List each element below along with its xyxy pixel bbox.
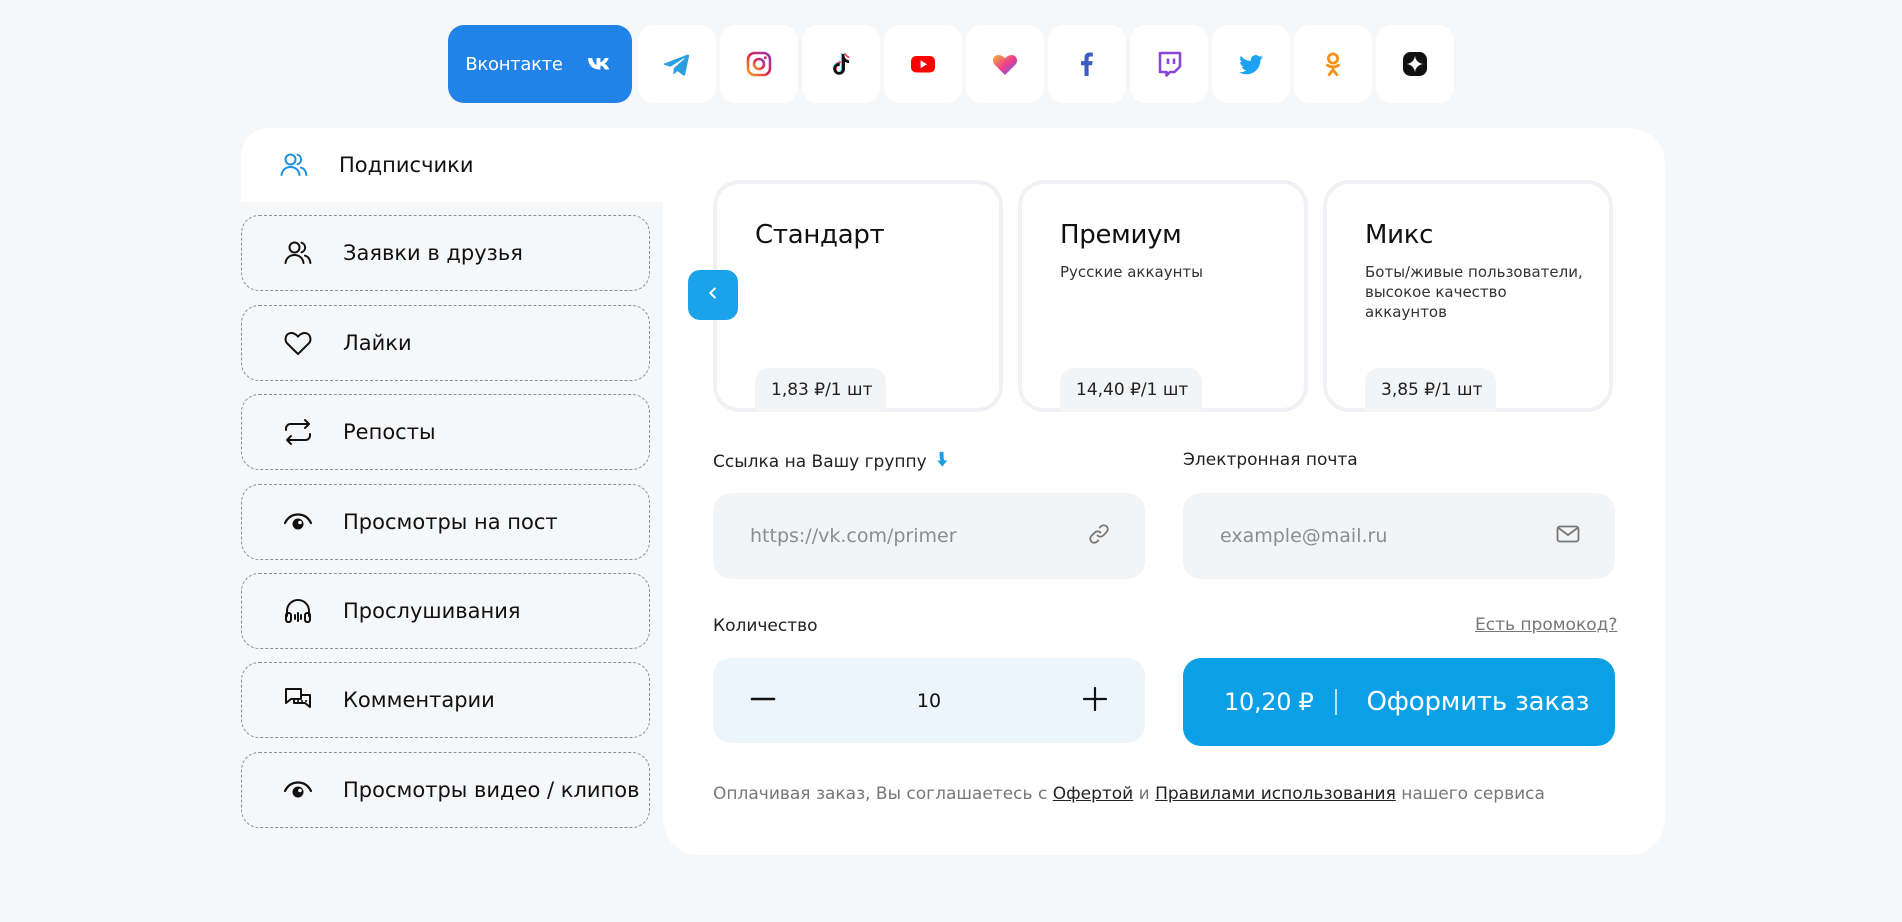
sidebar-item-likes[interactable]: Лайки <box>241 305 650 381</box>
quantity-stepper: 10 <box>713 658 1145 743</box>
plan-price: 14,40 ₽/1 шт <box>1060 368 1203 412</box>
rules-link[interactable]: Правилами использования <box>1155 784 1396 804</box>
email-input[interactable] <box>1220 525 1540 547</box>
likee-icon <box>990 49 1020 79</box>
plan-card-standard[interactable]: Стандарт 1,83 ₽/1 шт <box>713 180 1003 412</box>
platform-tab-twitch[interactable] <box>1130 25 1208 103</box>
platform-tab-vk[interactable]: Вконтакте <box>448 25 632 103</box>
plan-card-premium[interactable]: Премиум Русские аккаунты 14,40 ₽/1 шт <box>1018 180 1308 412</box>
heart-icon <box>281 326 315 360</box>
facebook-icon <box>1072 49 1102 79</box>
link-input[interactable] <box>750 525 1070 547</box>
platform-tabs: Вконтакте <box>448 25 1454 103</box>
sidebar-item-label: Комментарии <box>343 688 495 712</box>
plan-description: Боты/живые пользователи, высокое качеств… <box>1365 263 1583 321</box>
link-icon <box>1087 522 1111 550</box>
instagram-icon <box>744 49 774 79</box>
youtube-icon <box>908 49 938 79</box>
email-input-field <box>1183 493 1615 579</box>
sidebar-item-label: Лайки <box>343 331 412 355</box>
tiktok-icon <box>826 49 856 79</box>
sidebar-item-listens[interactable]: Прослушивания <box>241 573 650 649</box>
offer-link[interactable]: Офертой <box>1053 784 1134 804</box>
platform-tab-youtube[interactable] <box>884 25 962 103</box>
mail-icon <box>1555 522 1581 550</box>
link-label-text: Ссылка на Вашу группу <box>713 452 927 472</box>
platform-tab-tiktok[interactable] <box>802 25 880 103</box>
platform-tab-facebook[interactable] <box>1048 25 1126 103</box>
plan-description: Русские аккаунты <box>1060 263 1203 281</box>
plan-name: Премиум <box>1060 220 1182 250</box>
email-field-label: Электронная почта <box>1183 450 1358 470</box>
terms-prefix: Оплачивая заказ, Вы соглашаетесь с <box>713 784 1048 804</box>
repost-icon <box>281 415 315 449</box>
sidebar-item-label: Просмотры видео / клипов <box>343 778 640 802</box>
terms-notice: Оплачивая заказ, Вы соглашаетесь с Оферт… <box>713 784 1545 804</box>
minus-icon <box>749 685 777 717</box>
link-field-label: Ссылка на Вашу группу <box>713 450 952 474</box>
platform-tab-zen[interactable] <box>1376 25 1454 103</box>
terms-and: и <box>1138 784 1150 804</box>
eye-icon <box>281 773 315 807</box>
zen-icon <box>1400 49 1430 79</box>
quantity-decrease-button[interactable] <box>747 685 779 717</box>
vk-icon <box>585 49 615 79</box>
plan-price: 3,85 ₽/1 шт <box>1365 368 1497 412</box>
comments-icon <box>281 683 315 717</box>
platform-tab-instagram[interactable] <box>720 25 798 103</box>
sidebar-item-label: Прослушивания <box>343 599 521 623</box>
chevron-left-icon <box>704 284 722 306</box>
friends-icon <box>281 236 315 270</box>
quantity-label: Количество <box>713 616 818 636</box>
quantity-value[interactable]: 10 <box>917 690 941 712</box>
place-order-button[interactable]: 10,20 ₽ Оформить заказ <box>1183 658 1615 746</box>
users-icon <box>277 148 311 182</box>
email-label-text: Электронная почта <box>1183 450 1358 470</box>
sidebar-item-comments[interactable]: Комментарии <box>241 662 650 738</box>
platform-tab-vk-label: Вконтакте <box>465 53 563 75</box>
promo-code-link[interactable]: Есть промокод? <box>1475 615 1617 635</box>
sidebar-item-label: Подписчики <box>339 153 474 177</box>
plan-price: 1,83 ₽/1 шт <box>755 368 887 412</box>
platform-tab-odnoklassniki[interactable] <box>1294 25 1372 103</box>
platform-tab-telegram[interactable] <box>638 25 716 103</box>
sidebar-item-post-views[interactable]: Просмотры на пост <box>241 484 650 560</box>
quantity-label-text: Количество <box>713 616 818 636</box>
twitch-icon <box>1154 49 1184 79</box>
platform-tab-likee[interactable] <box>966 25 1044 103</box>
arrow-down-icon <box>933 450 952 474</box>
sidebar-item-label: Просмотры на пост <box>343 510 558 534</box>
order-total: 10,20 ₽ <box>1224 688 1314 716</box>
platform-tab-twitter[interactable] <box>1212 25 1290 103</box>
order-button-label: Оформить заказ <box>1366 687 1590 717</box>
plan-card-mix[interactable]: Микс Боты/живые пользователи, высокое ка… <box>1323 180 1613 412</box>
plan-name: Стандарт <box>755 220 885 250</box>
twitter-icon <box>1236 49 1266 79</box>
terms-suffix: нашего сервиса <box>1401 784 1545 804</box>
sidebar-item-subscribers[interactable]: Подписчики <box>241 128 665 202</box>
plan-name: Микс <box>1365 220 1434 250</box>
plus-icon <box>1081 685 1109 717</box>
sidebar-item-label: Репосты <box>343 420 436 444</box>
sidebar-item-label: Заявки в друзья <box>343 241 523 265</box>
plans-prev-button[interactable] <box>688 270 738 320</box>
quantity-increase-button[interactable] <box>1079 685 1111 717</box>
odnoklassniki-icon <box>1318 49 1348 79</box>
eye-icon <box>281 505 315 539</box>
sidebar-item-friend-requests[interactable]: Заявки в друзья <box>241 215 650 291</box>
link-input-field <box>713 493 1145 579</box>
sidebar-item-video-views[interactable]: Просмотры видео / клипов <box>241 752 650 828</box>
headphones-icon <box>281 594 315 628</box>
sidebar-item-reposts[interactable]: Репосты <box>241 394 650 470</box>
telegram-icon <box>662 49 692 79</box>
